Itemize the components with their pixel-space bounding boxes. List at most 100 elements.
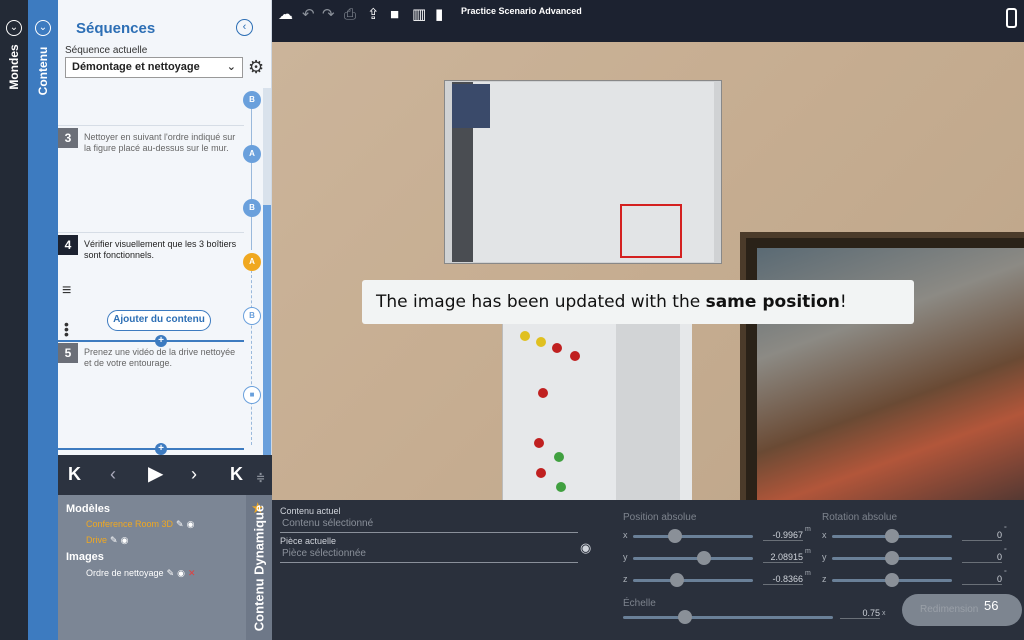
rotation-z-slider-knob[interactable]: [885, 573, 899, 587]
position-y-value[interactable]: 2.08915: [763, 552, 803, 563]
rotation-y-value[interactable]: 0: [962, 552, 1002, 563]
eye-icon[interactable]: ◉: [177, 568, 185, 578]
model-item[interactable]: Drive ✎ ◉: [86, 535, 128, 546]
position-z-slider[interactable]: [633, 573, 753, 587]
scale-slider[interactable]: [623, 610, 833, 624]
video-camera-icon[interactable]: ■: [243, 386, 261, 404]
insert-plus-icon[interactable]: +: [155, 443, 167, 455]
models-panel: Modèles Conference Room 3D ✎ ◉ Drive ✎ ◉ Ima…: [58, 495, 272, 640]
indicator-led: [556, 482, 566, 492]
contenu-expand-icon[interactable]: ⌄: [35, 20, 51, 36]
add-content-button[interactable]: Ajouter du contenu: [107, 310, 211, 331]
gear-icon[interactable]: ⚙: [248, 58, 264, 76]
contenu-label: Contenu: [36, 46, 50, 96]
current-part-label: Pièce actuelle: [280, 536, 337, 546]
scale-value[interactable]: 0.75: [840, 608, 880, 619]
sequence-title: Séquences: [76, 20, 156, 37]
rotation-z-slider[interactable]: [832, 573, 952, 587]
phone-icon[interactable]: [1006, 8, 1017, 28]
chevron-down-icon: ⌄: [226, 61, 236, 73]
step-text: Nettoyer en suivant l'ordre indiqué sur …: [84, 132, 236, 153]
rotation-x-value[interactable]: 0: [962, 530, 1002, 541]
video-icon[interactable]: ■: [390, 7, 399, 23]
timeline-node[interactable]: B: [243, 91, 261, 109]
timeline-node[interactable]: B: [243, 199, 261, 217]
rotation-z-value[interactable]: 0: [962, 574, 1002, 585]
previous-step-icon[interactable]: ‹: [110, 464, 116, 484]
image-item[interactable]: Ordre de nettoyage ✎ ◉ ✕: [86, 568, 196, 579]
edit-icon[interactable]: ✎: [167, 568, 175, 578]
rotation-axis-label: y: [822, 552, 827, 562]
mondes-rail[interactable]: ⌄ Mondes: [0, 0, 28, 640]
current-content-field[interactable]: Contenu sélectionné: [282, 518, 373, 529]
mondes-expand-icon[interactable]: ⌄: [6, 20, 22, 36]
insert-plus-icon[interactable]: +: [155, 335, 167, 347]
ar-viewport[interactable]: The image has been updated with the same…: [272, 42, 1024, 500]
timeline-node[interactable]: A: [243, 145, 261, 163]
redo-icon[interactable]: ↷: [322, 7, 335, 23]
position-z-value[interactable]: -0.8366: [763, 574, 803, 585]
edit-icon[interactable]: ✎: [176, 519, 184, 529]
first-step-icon[interactable]: K: [68, 464, 81, 484]
position-heading: Position absolue: [623, 512, 697, 523]
undo-icon[interactable]: ↶: [302, 7, 315, 23]
scenario-title: Practice Scenario Advanced: [461, 6, 582, 16]
step-text: Vérifier visuellement que les 3 boîtiers…: [84, 239, 237, 260]
position-y-slider[interactable]: [633, 551, 753, 565]
delete-icon[interactable]: ✕: [188, 568, 196, 578]
indicator-led: [538, 388, 548, 398]
book-icon[interactable]: ▥: [412, 7, 426, 23]
back-chevron-icon[interactable]: ‹: [236, 19, 253, 36]
rotation-x-slider[interactable]: [832, 529, 952, 543]
sequence-scrollbar-thumb[interactable]: [263, 205, 271, 455]
edit-icon[interactable]: ✎: [110, 535, 118, 545]
play-icon[interactable]: ▶: [148, 464, 163, 484]
share-icon[interactable]: ⇪: [367, 7, 380, 23]
step-separator: [58, 232, 244, 233]
rotation-axis-label: z: [822, 574, 827, 584]
scale-slider-knob[interactable]: [678, 610, 692, 624]
chart-icon[interactable]: ▮: [435, 7, 443, 23]
indicator-led: [536, 468, 546, 478]
dynamic-content-strip[interactable]: ★ Contenu Dynamique: [246, 495, 272, 640]
position-y-slider-knob[interactable]: [697, 551, 711, 565]
cloud-icon[interactable]: ☁: [278, 7, 293, 23]
indicator-led: [554, 452, 564, 462]
position-unit: m: [805, 526, 811, 533]
kebab-menu-icon[interactable]: • • •: [64, 317, 70, 341]
position-unit: m: [805, 548, 811, 555]
rotation-unit: °: [1004, 526, 1007, 533]
menu-icon[interactable]: ≡: [62, 282, 71, 300]
indicator-led: [520, 331, 530, 341]
rotation-x-slider-knob[interactable]: [885, 529, 899, 543]
next-step-icon[interactable]: ›: [191, 464, 197, 484]
position-z-slider-knob[interactable]: [670, 573, 684, 587]
drag-handle-icon[interactable]: ≑: [256, 468, 265, 488]
contenu-rail[interactable]: ⌄ Contenu: [28, 0, 58, 640]
current-part-field[interactable]: Pièce sélectionnée: [282, 548, 366, 559]
model-item[interactable]: Conference Room 3D ✎ ◉: [86, 519, 194, 530]
notification-toast: The image has been updated with the same…: [362, 280, 914, 324]
models-heading: Modèles: [66, 503, 111, 515]
eye-icon[interactable]: ◉: [187, 519, 195, 529]
position-axis-label: z: [623, 574, 628, 584]
print-icon[interactable]: ⎙: [344, 7, 356, 23]
rotation-y-slider-knob[interactable]: [885, 551, 899, 565]
timeline-node-active[interactable]: A: [243, 253, 261, 271]
eye-icon[interactable]: ◉: [121, 535, 129, 545]
position-x-value[interactable]: -0.9967: [763, 530, 803, 541]
timeline-node[interactable]: B: [243, 307, 261, 325]
position-x-slider-knob[interactable]: [668, 529, 682, 543]
current-sequence-select[interactable]: Démontage et nettoyage ⌄: [65, 57, 243, 78]
position-x-slider[interactable]: [633, 529, 753, 543]
rotation-y-slider[interactable]: [832, 551, 952, 565]
eye-icon[interactable]: ◉: [580, 540, 591, 556]
timeline-line: [251, 100, 252, 250]
lower-cabinet-rail: [616, 324, 680, 500]
timeline-line-dashed: [251, 270, 252, 445]
resize-button[interactable]: Redimension: [902, 594, 1022, 626]
sequence-panel: Séquences ‹ Séquence actuelle Démontage …: [58, 0, 272, 455]
last-step-icon[interactable]: K: [230, 464, 243, 484]
step-number: 3: [58, 128, 78, 148]
dynamic-content-label: Contenu Dynamique: [251, 504, 267, 631]
